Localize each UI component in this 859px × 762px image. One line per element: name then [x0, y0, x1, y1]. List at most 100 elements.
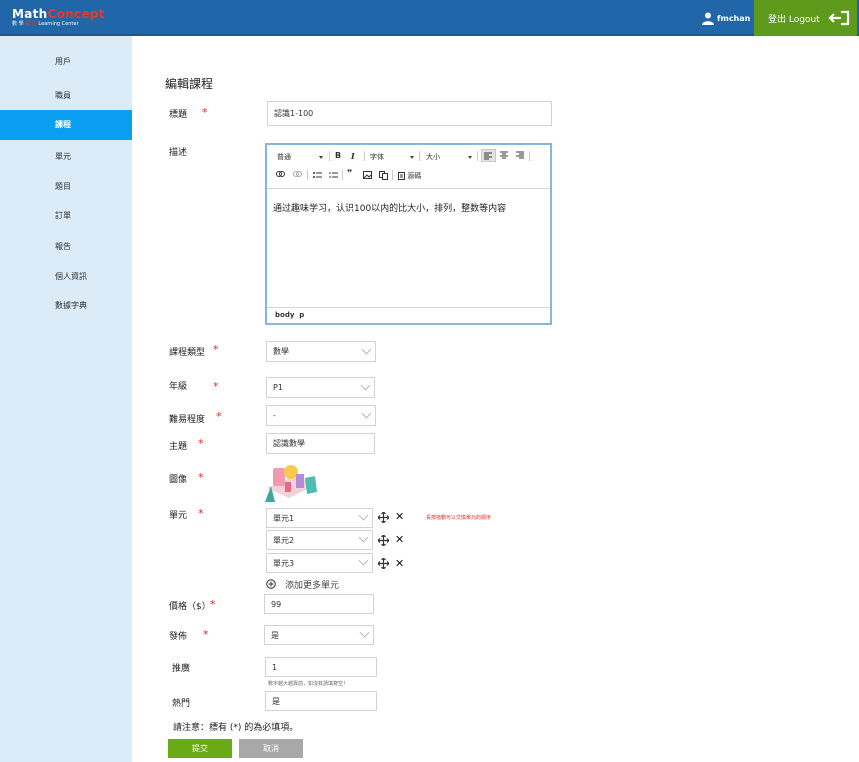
required-mark: * [203, 628, 209, 641]
sidebar-item-users[interactable]: 用戶 [0, 47, 132, 77]
course-type-label: 課程類型 [169, 348, 206, 358]
required-mark: * [202, 106, 208, 119]
editor-status-bar: body p [267, 307, 550, 323]
status-path-p[interactable]: p [299, 311, 304, 319]
link-icon[interactable] [276, 171, 285, 179]
align-center-icon[interactable] [500, 151, 509, 161]
drag-move-icon[interactable] [378, 558, 389, 569]
user-icon [702, 12, 714, 25]
bold-icon[interactable]: B [335, 151, 341, 160]
chevron-down-icon [361, 344, 372, 354]
logo-sub-red: 概 念 [25, 21, 37, 27]
publish-label: 發佈 [169, 632, 188, 642]
popular-input[interactable]: 是 [265, 691, 377, 711]
drag-move-icon[interactable] [378, 535, 389, 546]
username: fmchan [717, 13, 751, 23]
promotion-label: 推廣 [172, 664, 191, 674]
chevron-down-icon [361, 408, 372, 418]
required-mark: * [198, 471, 204, 484]
image-label: 圖像 [169, 475, 188, 485]
remove-unit-icon[interactable]: ✕ [395, 533, 404, 546]
size-dropdown[interactable]: 大小 [426, 152, 472, 162]
italic-icon[interactable]: I [351, 151, 355, 161]
grade-label: 年級 [169, 382, 188, 392]
remove-unit-icon[interactable]: ✕ [395, 557, 404, 570]
required-note: 請注意：標有 (*) 的為必填項。 [173, 723, 299, 733]
promotion-hint: 數字越大越靠前，如沒有請填寫空！ [268, 681, 349, 687]
required-mark: * [198, 507, 204, 520]
required-mark: * [213, 343, 219, 356]
blockquote-icon[interactable]: ❞ [347, 169, 352, 179]
required-mark: * [210, 598, 216, 611]
price-label: 價格（$） [169, 602, 211, 612]
brand-logo[interactable]: MathConcept 數 學 概 念 Learning Center [12, 7, 105, 30]
sidebar-item-reports[interactable]: 報告 [0, 232, 132, 262]
chevron-down-icon [358, 532, 369, 543]
chevron-down-icon [358, 555, 369, 566]
topic-label: 主題 [169, 442, 188, 452]
cancel-button[interactable]: 取消 [239, 739, 303, 758]
embed-icon[interactable] [379, 171, 388, 182]
logo-text-white: Math [12, 7, 48, 21]
page-title: 編輯課程 [165, 77, 214, 91]
align-left-icon[interactable] [481, 149, 496, 162]
title-input[interactable]: 認識1-100 [267, 101, 552, 126]
editor-content[interactable]: 通过趣味学习，认识100以内的比大小，排列，整数等内容 [273, 201, 506, 214]
unit-select-3[interactable]: 單元3 [266, 553, 373, 573]
difficulty-select[interactable]: - [266, 405, 376, 426]
numbered-list-icon[interactable] [329, 171, 338, 181]
course-image-thumbnail[interactable] [263, 458, 319, 504]
image-icon[interactable] [363, 171, 372, 181]
grade-select[interactable]: P1 [266, 377, 375, 398]
bullet-list-icon[interactable] [313, 171, 322, 181]
add-more-units-button[interactable]: 添加更多單元 [266, 578, 339, 591]
plus-circle-icon [266, 579, 276, 589]
logo-text-red: Concept [47, 7, 105, 21]
publish-select[interactable]: 是 [264, 625, 374, 645]
promotion-input[interactable]: 1 [265, 657, 377, 677]
description-label: 描述 [169, 148, 188, 158]
chevron-down-icon [358, 510, 369, 521]
logout-label: 登出 Logout [768, 14, 820, 25]
sidebar: 用戶 職員 課程 單元 題目 訂單 報告 個人資訊 數據字典 [0, 36, 132, 762]
unit-order-hint: 長按拖動可以交換單元的順序 [426, 515, 492, 521]
unit-select-2[interactable]: 單元2 [266, 530, 373, 550]
logout-button[interactable]: 登出 Logout [754, 0, 857, 36]
font-dropdown[interactable]: 字体 [370, 152, 414, 162]
logo-sub-white: 數 學 [12, 21, 24, 27]
sidebar-item-profile[interactable]: 個人資訊 [0, 262, 132, 292]
chevron-down-icon [360, 380, 371, 390]
unlink-icon[interactable] [293, 171, 302, 179]
required-mark: * [213, 380, 219, 393]
sidebar-item-questions[interactable]: 題目 [0, 172, 132, 202]
required-mark: * [198, 437, 204, 450]
sidebar-item-orders[interactable]: 訂單 [0, 201, 132, 231]
logout-icon [828, 10, 849, 26]
format-dropdown[interactable]: 普通 [277, 152, 323, 162]
rich-text-editor: 普通 B I 字体 大小 ❞ 源碼 通过趣味学习，认识100以内的比大小，排列，… [265, 143, 552, 325]
align-right-icon[interactable] [516, 151, 525, 161]
unit-select-1[interactable]: 單元1 [266, 508, 373, 528]
title-label: 標題 [169, 110, 188, 120]
required-mark: * [216, 410, 222, 423]
popular-label: 熱門 [172, 699, 191, 709]
sidebar-item-units[interactable]: 單元 [0, 142, 132, 172]
difficulty-label: 難易程度 [169, 415, 206, 425]
topic-input[interactable]: 認識數學 [266, 433, 375, 454]
top-bar: MathConcept 數 學 概 念 Learning Center fmch… [0, 0, 859, 36]
logo-sub-tail: Learning Center [38, 21, 79, 27]
remove-unit-icon[interactable]: ✕ [395, 510, 404, 523]
sidebar-item-courses[interactable]: 課程 [0, 110, 132, 140]
submit-button[interactable]: 提交 [168, 739, 232, 758]
price-input[interactable]: 99 [264, 594, 374, 614]
course-type-select[interactable]: 數學 [266, 341, 376, 362]
status-path-body[interactable]: body [275, 311, 294, 319]
sidebar-item-dictionary[interactable]: 數據字典 [0, 291, 132, 321]
user-menu[interactable]: fmchan [702, 10, 750, 26]
units-label: 單元 [169, 511, 188, 521]
drag-move-icon[interactable] [378, 512, 389, 523]
sidebar-item-staff[interactable]: 職員 [0, 81, 132, 111]
chevron-down-icon [359, 627, 370, 638]
source-button[interactable]: 源碼 [398, 171, 421, 181]
editor-toolbar: 普通 B I 字体 大小 ❞ 源碼 [267, 145, 550, 189]
